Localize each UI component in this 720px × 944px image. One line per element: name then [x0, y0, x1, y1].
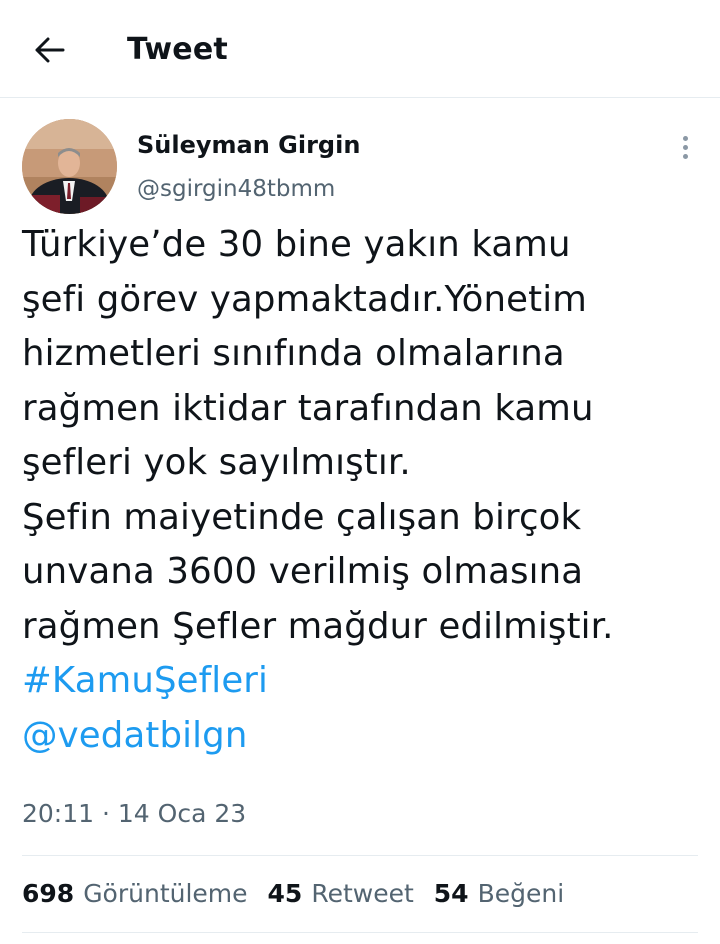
likes-stat[interactable]: 54 Beğeni [434, 872, 564, 916]
tweet-line: hizmetleri sınıfında olmalarına [22, 333, 565, 374]
avatar[interactable] [22, 119, 117, 214]
tweet-line: Türkiye’de 30 bine yakın kamu [22, 224, 571, 265]
likes-label: Beğeni [477, 879, 565, 908]
more-dot-icon [682, 135, 688, 141]
page-title: Tweet [127, 32, 228, 67]
views-count: 698 [22, 879, 75, 908]
tweet-line: şefleri yok sayılmıştır. [22, 442, 411, 483]
divider [22, 932, 698, 933]
back-button[interactable] [30, 30, 70, 70]
tweet-line: rağmen Şefler mağdur edilmiştir. [22, 605, 614, 647]
profile-photo [22, 119, 117, 214]
author-name[interactable]: Süleyman Girgin [137, 128, 360, 162]
more-dot-icon [682, 153, 688, 159]
tweet-line: rağmen iktidar tarafından kamu [22, 387, 594, 429]
more-dot-icon [682, 144, 688, 150]
tweet-timestamp[interactable]: 20:11 · 14 Oca 23 [22, 795, 246, 833]
tweet-line: unvana 3600 verilmiş olmasına [22, 551, 584, 592]
engagement-stats: 698 Görüntüleme 45 Retweet 54 Beğeni [22, 872, 584, 916]
retweets-stat[interactable]: 45 Retweet [268, 872, 414, 916]
views-stat[interactable]: 698 Görüntüleme [22, 872, 248, 916]
tweet-line: Şefin maiyetinde çalışan birçok [22, 496, 582, 538]
hashtag-link[interactable]: #KamuŞefleri [22, 654, 712, 709]
author-handle[interactable]: @sgirgin48tbmm [137, 172, 335, 206]
mention-link[interactable]: @vedatbilgn [22, 709, 712, 764]
tweet-text: Türkiye’de 30 bine yakın kamu şefi görev… [22, 218, 712, 763]
divider [22, 855, 698, 856]
arrow-left-icon [35, 37, 65, 63]
retweets-label: Retweet [311, 879, 414, 908]
views-label: Görüntüleme [83, 879, 248, 908]
more-options-button[interactable] [668, 130, 702, 164]
retweets-count: 45 [267, 879, 303, 908]
tweet-line: şefi görev yapmaktadır.Yönetim [22, 278, 587, 320]
top-bar: Tweet [0, 0, 720, 98]
likes-count: 54 [433, 879, 469, 908]
